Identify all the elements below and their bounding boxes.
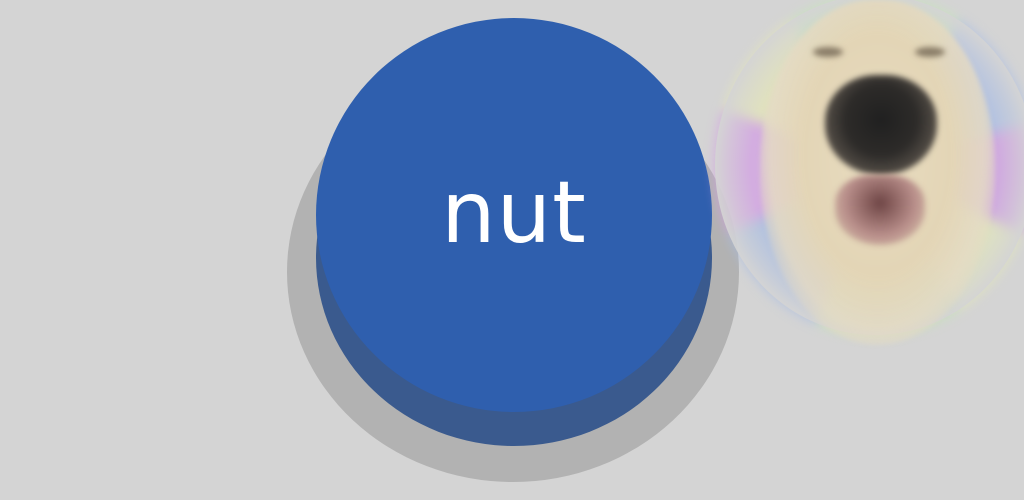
dog-left-eye <box>813 47 843 57</box>
dog-mouth <box>835 175 925 245</box>
nut-button[interactable]: nut <box>316 18 712 412</box>
dog-right-eye <box>915 47 945 57</box>
dog-nose <box>825 75 937 175</box>
app-canvas: nut <box>0 0 1024 500</box>
nut-button-label: nut <box>441 163 587 263</box>
dog-face-image <box>705 0 1024 355</box>
